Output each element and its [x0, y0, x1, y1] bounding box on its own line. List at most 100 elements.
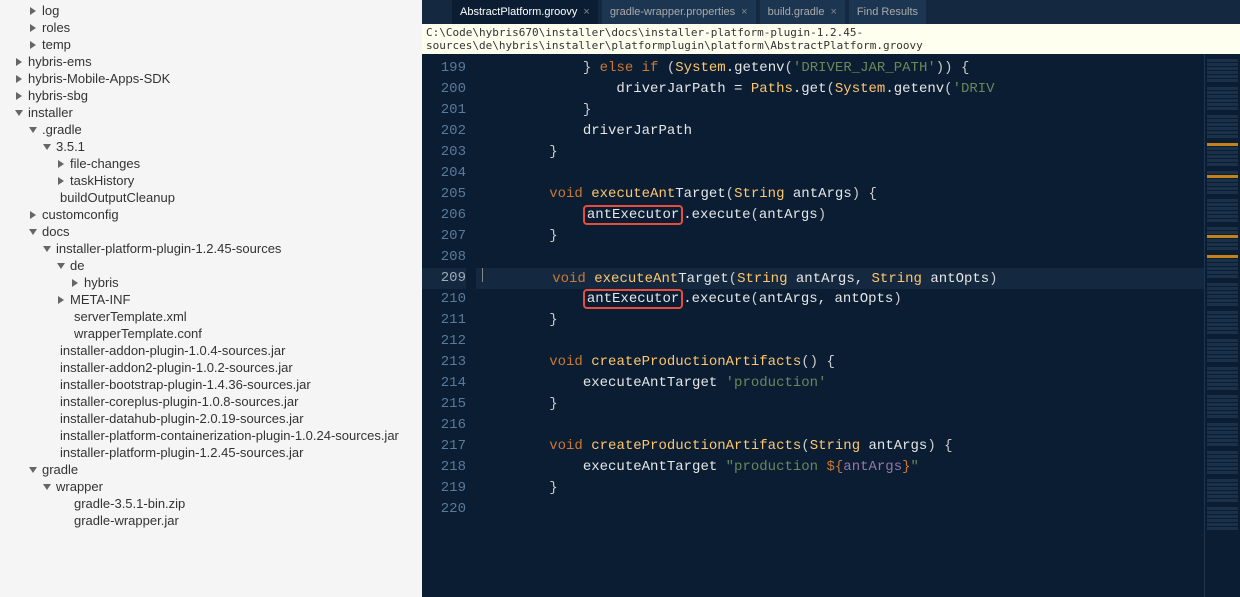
- tree-item-label: hybris-ems: [28, 54, 92, 69]
- tree-item-label: installer-datahub-plugin-2.0.19-sources.…: [60, 411, 304, 426]
- tree-item[interactable]: gradle-wrapper.jar: [0, 512, 422, 529]
- tree-item-label: installer-bootstrap-plugin-1.4.36-source…: [60, 377, 311, 392]
- tree-item[interactable]: installer-addon-plugin-1.0.4-sources.jar: [0, 342, 422, 359]
- tree-item-label: serverTemplate.xml: [74, 309, 187, 324]
- line-number: 213: [422, 352, 466, 373]
- tree-item-label: wrapper: [56, 479, 103, 494]
- tree-item[interactable]: roles: [0, 19, 422, 36]
- line-number: 201: [422, 100, 466, 121]
- code-line[interactable]: [476, 415, 1204, 436]
- chevron-down-icon: [56, 261, 66, 271]
- code-line[interactable]: antExecutor.execute(antArgs): [476, 205, 1204, 226]
- tab-label: Find Results: [857, 6, 918, 18]
- chevron-right-icon: [14, 91, 24, 101]
- file-icon: [42, 431, 56, 441]
- editor-tab[interactable]: Find Results: [849, 0, 926, 24]
- code-line[interactable]: }: [476, 394, 1204, 415]
- code-line[interactable]: void executeAntTarget(String antArgs, St…: [476, 268, 1204, 289]
- tree-item[interactable]: log: [0, 2, 422, 19]
- tree-item[interactable]: installer-platform-plugin-1.2.45-sources: [0, 240, 422, 257]
- chevron-right-icon: [56, 159, 66, 169]
- chevron-down-icon: [42, 482, 52, 492]
- code-line[interactable]: executeAntTarget 'production': [476, 373, 1204, 394]
- code-line[interactable]: driverJarPath = Paths.get(System.getenv(…: [476, 79, 1204, 100]
- tree-item[interactable]: 3.5.1: [0, 138, 422, 155]
- file-tree[interactable]: logroles temp hybris-emshybris-Mobile-Apps…: [0, 0, 422, 597]
- line-number: 220: [422, 499, 466, 520]
- code-line[interactable]: [476, 163, 1204, 184]
- line-number: 209: [422, 268, 466, 289]
- tree-item[interactable]: installer-addon2-plugin-1.0.2-sources.ja…: [0, 359, 422, 376]
- tree-item[interactable]: installer: [0, 104, 422, 121]
- tree-item-label: temp: [42, 37, 71, 52]
- tree-item-label: installer-platform-containerization-plug…: [60, 428, 399, 443]
- tree-item[interactable]: taskHistory: [0, 172, 422, 189]
- tree-item[interactable]: wrapperTemplate.conf: [0, 325, 422, 342]
- code-line[interactable]: antExecutor.execute(antArgs, antOpts): [476, 289, 1204, 310]
- chevron-right-icon: [14, 57, 24, 67]
- tree-item[interactable]: gradle-3.5.1-bin.zip: [0, 495, 422, 512]
- tree-item[interactable]: META-INF: [0, 291, 422, 308]
- chevron-right-icon: [56, 295, 66, 305]
- tree-item[interactable]: hybris-ems: [0, 53, 422, 70]
- line-number: 217: [422, 436, 466, 457]
- code-line[interactable]: executeAntTarget "production ${antArgs}": [476, 457, 1204, 478]
- tree-item[interactable]: de: [0, 257, 422, 274]
- minimap[interactable]: [1204, 54, 1240, 597]
- code-editor[interactable]: } else if (System.getenv('DRIVER_JAR_PAT…: [476, 54, 1204, 597]
- tree-item[interactable]: installer-platform-plugin-1.2.45-sources…: [0, 444, 422, 461]
- tree-item[interactable]: gradle: [0, 461, 422, 478]
- tree-item[interactable]: hybris-sbg: [0, 87, 422, 104]
- tree-item[interactable]: buildOutputCleanup: [0, 189, 422, 206]
- tree-item[interactable]: installer-bootstrap-plugin-1.4.36-source…: [0, 376, 422, 393]
- tree-item[interactable]: wrapper: [0, 478, 422, 495]
- tree-item-label: installer-addon2-plugin-1.0.2-sources.ja…: [60, 360, 293, 375]
- editor-tab[interactable]: AbstractPlatform.groovy×: [452, 0, 598, 24]
- line-number: 214: [422, 373, 466, 394]
- line-number: 202: [422, 121, 466, 142]
- tree-item[interactable]: customconfig: [0, 206, 422, 223]
- tree-item[interactable]: installer-datahub-plugin-2.0.19-sources.…: [0, 410, 422, 427]
- editor-tab[interactable]: gradle-wrapper.properties×: [602, 0, 756, 24]
- code-line[interactable]: void createProductionArtifacts() {: [476, 352, 1204, 373]
- chevron-down-icon: [28, 465, 38, 475]
- tree-item-label: roles: [42, 20, 70, 35]
- code-line[interactable]: [476, 331, 1204, 352]
- tree-item[interactable]: hybris: [0, 274, 422, 291]
- tree-item-label: hybris: [84, 275, 119, 290]
- code-line[interactable]: [476, 499, 1204, 520]
- tree-item[interactable]: docs: [0, 223, 422, 240]
- tree-item-label: gradle: [42, 462, 78, 477]
- line-number: 218: [422, 457, 466, 478]
- editor-tabs: AbstractPlatform.groovy×gradle-wrapper.p…: [422, 0, 1240, 24]
- file-path-text: C:\Code\hybris670\installer\docs\install…: [426, 26, 1236, 52]
- chevron-right-icon: [28, 40, 38, 50]
- editor-tab[interactable]: build.gradle×: [760, 0, 845, 24]
- chevron-down-icon: [42, 142, 52, 152]
- tree-item[interactable]: .gradle: [0, 121, 422, 138]
- code-line[interactable]: }: [476, 226, 1204, 247]
- chevron-down-icon: [28, 227, 38, 237]
- code-line[interactable]: void executeAntTarget(String antArgs) {: [476, 184, 1204, 205]
- tree-item[interactable]: temp: [0, 36, 422, 53]
- tree-item[interactable]: file-changes: [0, 155, 422, 172]
- line-number: 207: [422, 226, 466, 247]
- code-line[interactable]: [476, 247, 1204, 268]
- tree-item-label: customconfig: [42, 207, 119, 222]
- tree-item[interactable]: serverTemplate.xml: [0, 308, 422, 325]
- close-icon[interactable]: ×: [830, 6, 836, 18]
- line-number: 212: [422, 331, 466, 352]
- code-line[interactable]: }: [476, 100, 1204, 121]
- code-line[interactable]: }: [476, 310, 1204, 331]
- code-line[interactable]: }: [476, 142, 1204, 163]
- tree-item[interactable]: hybris-Mobile-Apps-SDK: [0, 70, 422, 87]
- tree-item[interactable]: installer-platform-containerization-plug…: [0, 427, 422, 444]
- line-number: 206: [422, 205, 466, 226]
- tree-item[interactable]: installer-coreplus-plugin-1.0.8-sources.…: [0, 393, 422, 410]
- code-line[interactable]: driverJarPath: [476, 121, 1204, 142]
- close-icon[interactable]: ×: [741, 6, 747, 18]
- code-line[interactable]: }: [476, 478, 1204, 499]
- close-icon[interactable]: ×: [583, 6, 589, 18]
- code-line[interactable]: } else if (System.getenv('DRIVER_JAR_PAT…: [476, 58, 1204, 79]
- code-line[interactable]: void createProductionArtifacts(String an…: [476, 436, 1204, 457]
